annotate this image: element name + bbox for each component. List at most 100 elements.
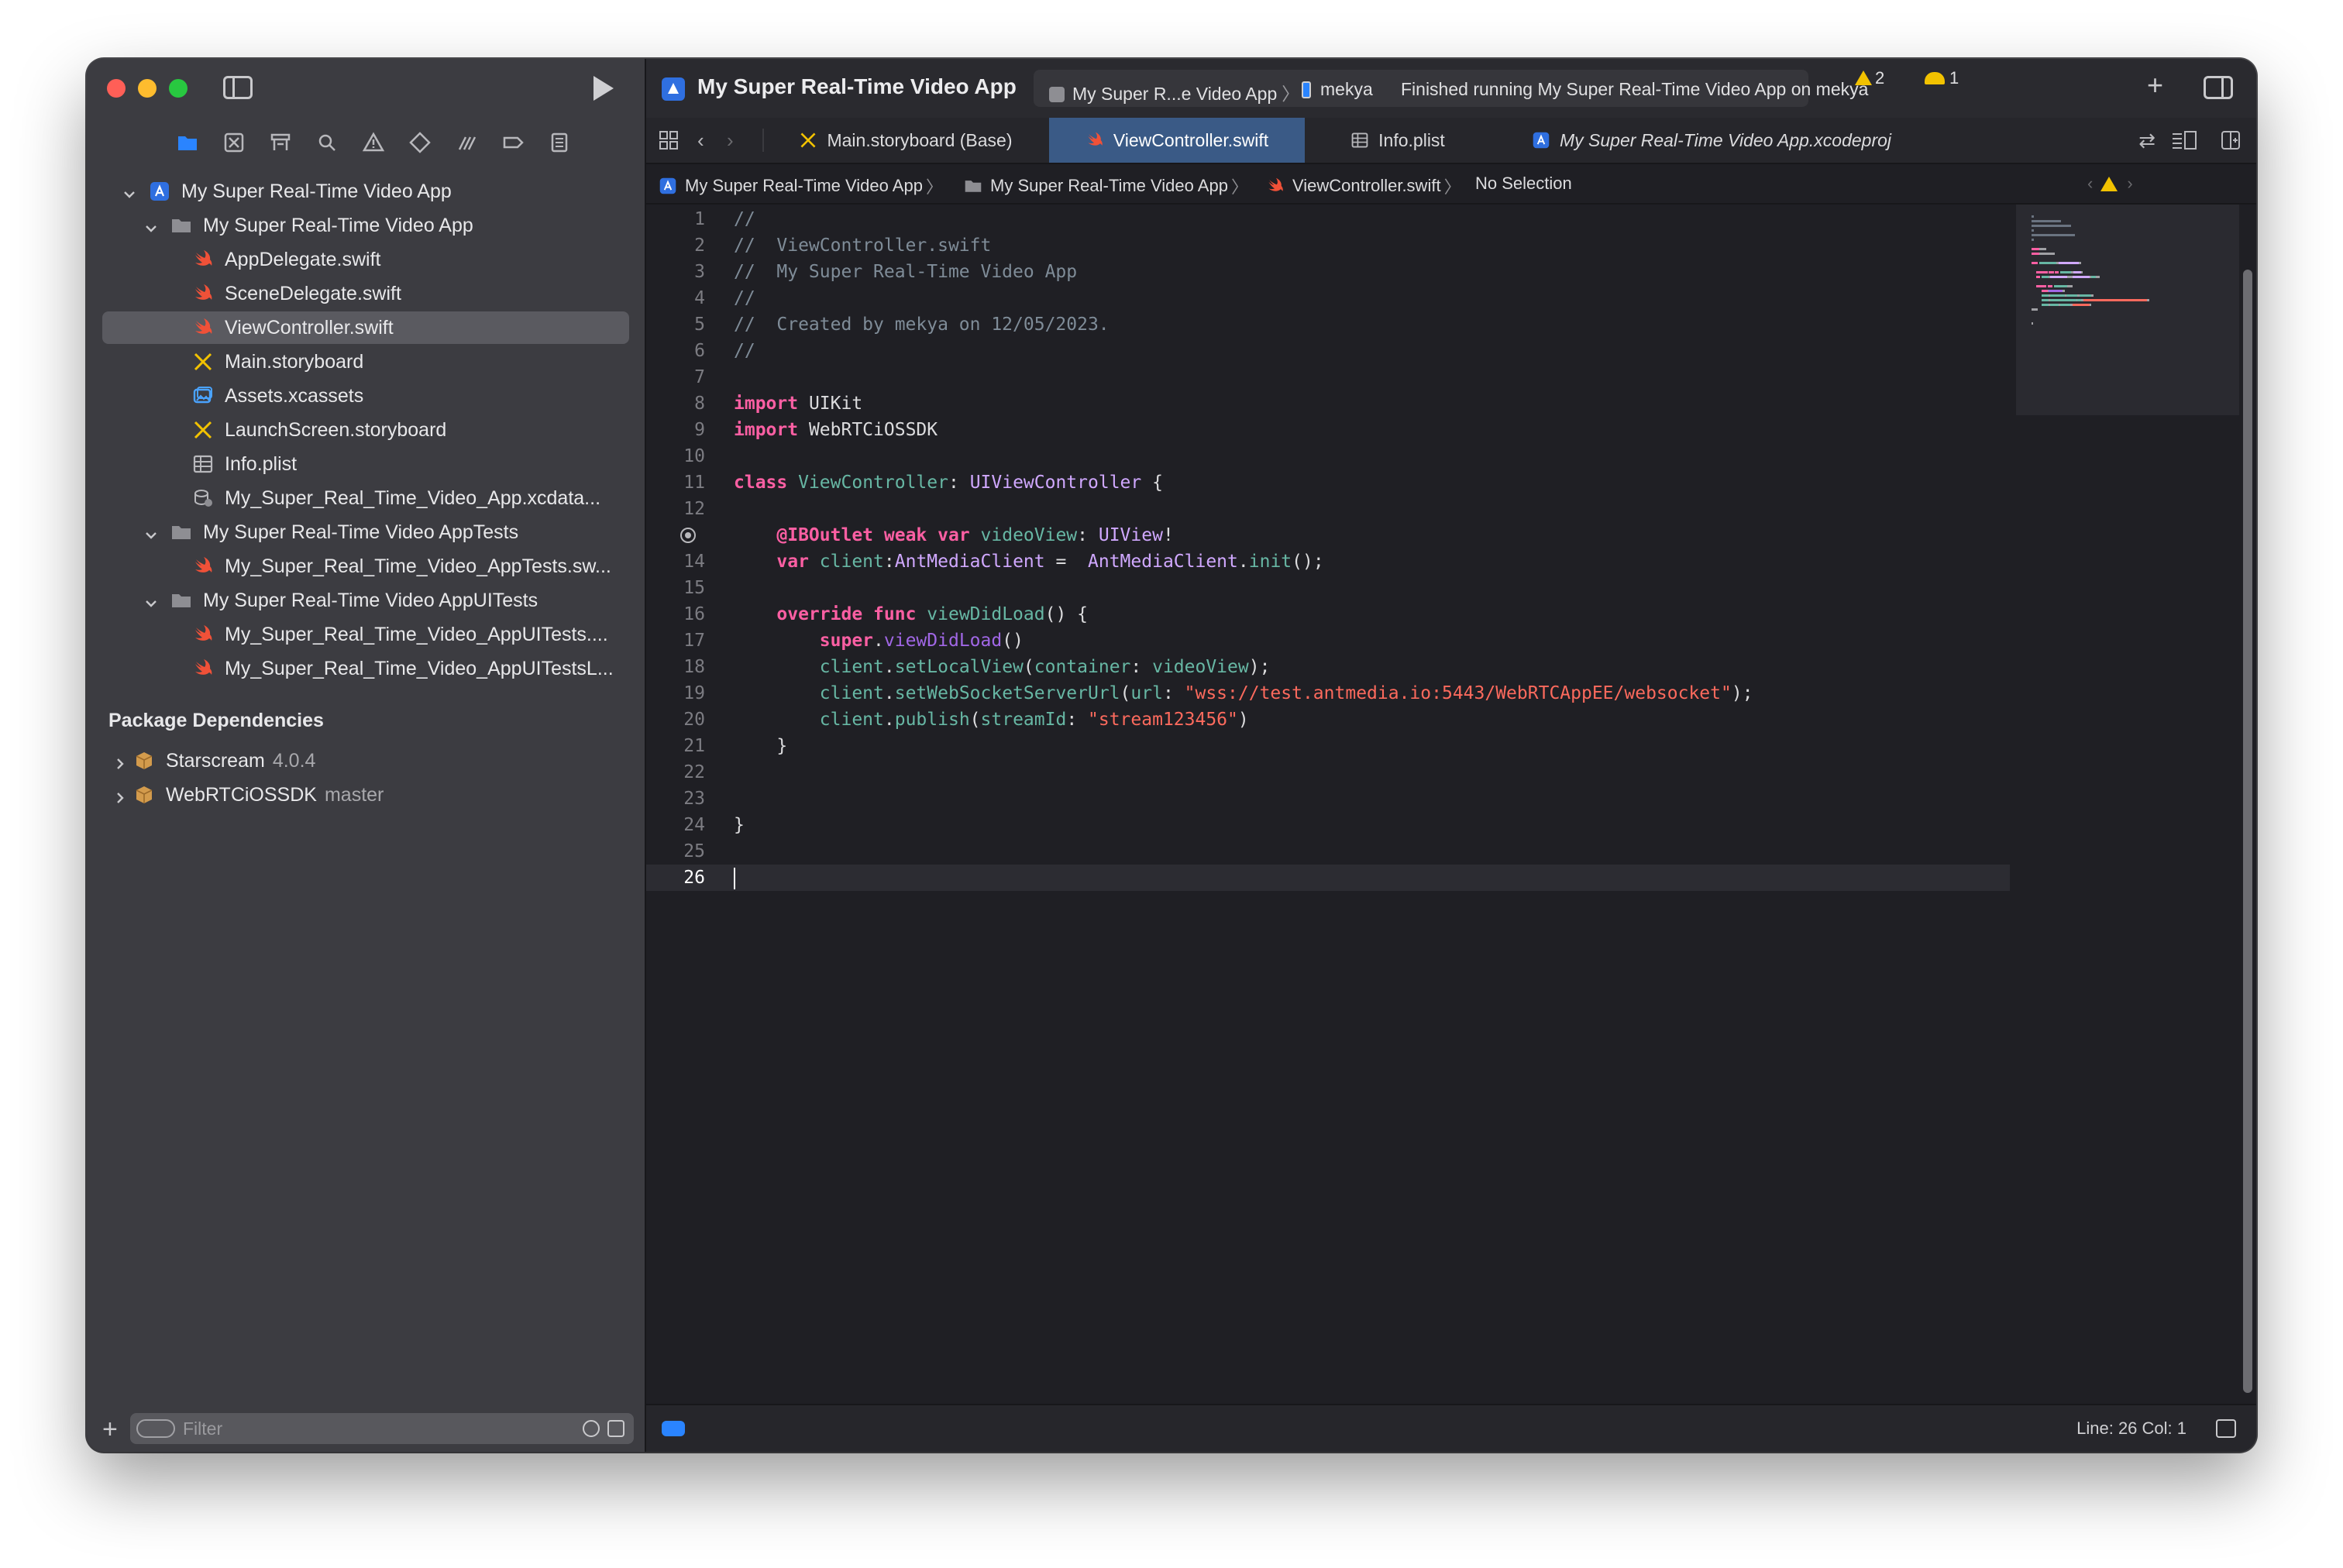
line-number[interactable]: 17 [646, 631, 705, 651]
line-number[interactable]: 14 [646, 552, 705, 572]
breakpoints-toggle-button[interactable] [662, 1421, 685, 1436]
recent-files-icon[interactable] [583, 1420, 600, 1437]
line-number[interactable]: 19 [646, 683, 705, 703]
source-editor[interactable]: 1 // 2 // ViewController.swift 3 // My Super … [646, 205, 2010, 1404]
close-window-button[interactable] [107, 79, 126, 98]
disclosure-chevron-right-icon[interactable] [113, 788, 127, 803]
package-item[interactable]: Starscream 4.0.4 [102, 744, 629, 777]
debug-navigator-icon[interactable] [443, 127, 490, 158]
back-arrow-icon[interactable]: ‹ [697, 129, 704, 153]
tree-item[interactable]: My Super Real-Time Video AppTests [102, 516, 629, 548]
line-number[interactable]: 1 [646, 209, 705, 229]
tree-item[interactable]: ViewController.swift [102, 311, 629, 344]
editor-scrollbar[interactable] [2239, 205, 2256, 1404]
find-navigator-icon[interactable] [304, 127, 350, 158]
breakpoint-navigator-icon[interactable] [490, 127, 536, 158]
jump-bar-segment[interactable]: My Super Real-Time Video App 〉 [964, 174, 1251, 198]
add-file-button[interactable]: + [102, 1416, 118, 1442]
scheme-selector[interactable]: My Super R...e Video App 〉 [1049, 79, 1299, 105]
library-button[interactable]: + [2147, 71, 2163, 99]
package-item[interactable]: WebRTCiOSSDK master [102, 779, 629, 811]
tree-item[interactable]: Main.storyboard [102, 346, 629, 378]
editor-options-icon[interactable] [2171, 130, 2197, 150]
tree-item[interactable]: My Super Real-Time Video App [102, 209, 629, 242]
runtime-issues-badge[interactable]: 1 [1925, 68, 1959, 88]
source-control-filter-icon[interactable] [607, 1420, 624, 1437]
filter-input[interactable]: Filter [130, 1413, 634, 1444]
editor-tab[interactable]: My Super Real-Time Video App.xcodeproj [1491, 118, 1932, 163]
line-number[interactable]: 24 [646, 815, 705, 835]
editor-tab[interactable]: ViewController.swift [1049, 118, 1305, 163]
line-number[interactable]: 26 [646, 868, 705, 888]
run-button[interactable] [593, 76, 614, 101]
tree-item[interactable]: SceneDelegate.swift [102, 277, 629, 310]
assets-icon [192, 385, 214, 407]
line-number[interactable]: 5 [646, 315, 705, 335]
line-number[interactable]: 8 [646, 394, 705, 414]
tree-item[interactable]: Assets.xcassets [102, 380, 629, 412]
forward-arrow-icon[interactable]: › [727, 129, 734, 153]
tree-item[interactable]: My_Super_Real_Time_Video_AppTests.sw... [102, 550, 629, 583]
inspector-toggle-icon[interactable] [2204, 76, 2233, 99]
line-number[interactable]: 9 [646, 420, 705, 440]
line-number[interactable]: 23 [646, 789, 705, 809]
line-number[interactable]: 6 [646, 341, 705, 361]
iboutlet-connection-icon[interactable] [680, 528, 696, 543]
disclosure-chevron-down-icon[interactable] [122, 184, 136, 198]
issue-navigator-icon[interactable] [350, 127, 397, 158]
line-number[interactable]: 2 [646, 236, 705, 256]
tree-item[interactable]: My_Super_Real_Time_Video_App.xcdata... [102, 482, 629, 514]
tree-item[interactable]: Info.plist [102, 448, 629, 480]
code-token: () { [1044, 604, 1088, 624]
line-number[interactable]: 10 [646, 446, 705, 466]
symbol-navigator-icon[interactable] [257, 127, 304, 158]
tree-item[interactable]: LaunchScreen.storyboard [102, 414, 629, 446]
minimize-window-button[interactable] [138, 79, 157, 98]
next-issue-icon[interactable]: › [2127, 174, 2132, 194]
jump-bar-issues-nav[interactable]: ‹ › [2087, 174, 2133, 194]
project-navigator-icon[interactable] [164, 127, 211, 158]
line-number[interactable]: 15 [646, 578, 705, 598]
line-number[interactable]: 20 [646, 710, 705, 730]
grid-icon[interactable] [659, 130, 679, 150]
disclosure-chevron-down-icon[interactable] [144, 218, 158, 232]
disclosure-chevron-down-icon[interactable] [144, 525, 158, 539]
source-control-navigator-icon[interactable] [211, 127, 257, 158]
line-number[interactable]: 3 [646, 262, 705, 282]
report-navigator-icon[interactable] [536, 127, 583, 158]
tree-item[interactable]: AppDelegate.swift [102, 243, 629, 276]
line-number[interactable]: 18 [646, 657, 705, 677]
line-number[interactable]: 4 [646, 288, 705, 308]
disclosure-chevron-down-icon[interactable] [144, 593, 158, 607]
previous-issue-icon[interactable]: ‹ [2087, 174, 2093, 194]
debug-area-toggle-icon[interactable] [2216, 1419, 2236, 1438]
line-number[interactable]: 11 [646, 473, 705, 493]
test-navigator-icon[interactable] [397, 127, 443, 158]
line-number[interactable]: 22 [646, 762, 705, 782]
line-number[interactable]: 16 [646, 604, 705, 624]
jump-bar-segment[interactable]: My Super Real-Time Video App 〉 [659, 174, 946, 198]
line-number[interactable]: 12 [646, 499, 705, 519]
jump-bar-segment[interactable]: ViewController.swift 〉 [1266, 174, 1464, 198]
tree-item[interactable]: My_Super_Real_Time_Video_AppUITestsL... [102, 652, 629, 685]
device-selector[interactable]: mekya [1302, 79, 1373, 100]
tree-item[interactable]: My Super Real-Time Video App [102, 175, 629, 208]
disclosure-chevron-right-icon[interactable] [113, 754, 127, 769]
sidebar-toggle-icon[interactable] [223, 76, 253, 99]
warnings-badge[interactable]: 2 [1855, 68, 1884, 88]
line-number[interactable]: 21 [646, 736, 705, 756]
zoom-window-button[interactable] [169, 79, 188, 98]
line-number[interactable]: 7 [646, 367, 705, 387]
related-items-icon[interactable]: ⇄ [2138, 129, 2155, 153]
jump-bar-segment[interactable]: No Selection [1475, 174, 1572, 194]
split-editor-icon[interactable] [2221, 130, 2241, 150]
minimap[interactable] [2016, 205, 2239, 415]
filter-options-icon[interactable] [136, 1419, 175, 1438]
editor-tab[interactable]: Info.plist [1320, 118, 1475, 163]
tree-item[interactable]: My Super Real-Time Video AppUITests [102, 584, 629, 617]
line-number[interactable]: 25 [646, 841, 705, 861]
editor-tab[interactable]: Main.storyboard (Base) [778, 118, 1034, 163]
tree-item[interactable]: My_Super_Real_Time_Video_AppUITests.... [102, 618, 629, 651]
scrollbar-thumb[interactable] [2243, 270, 2252, 1393]
